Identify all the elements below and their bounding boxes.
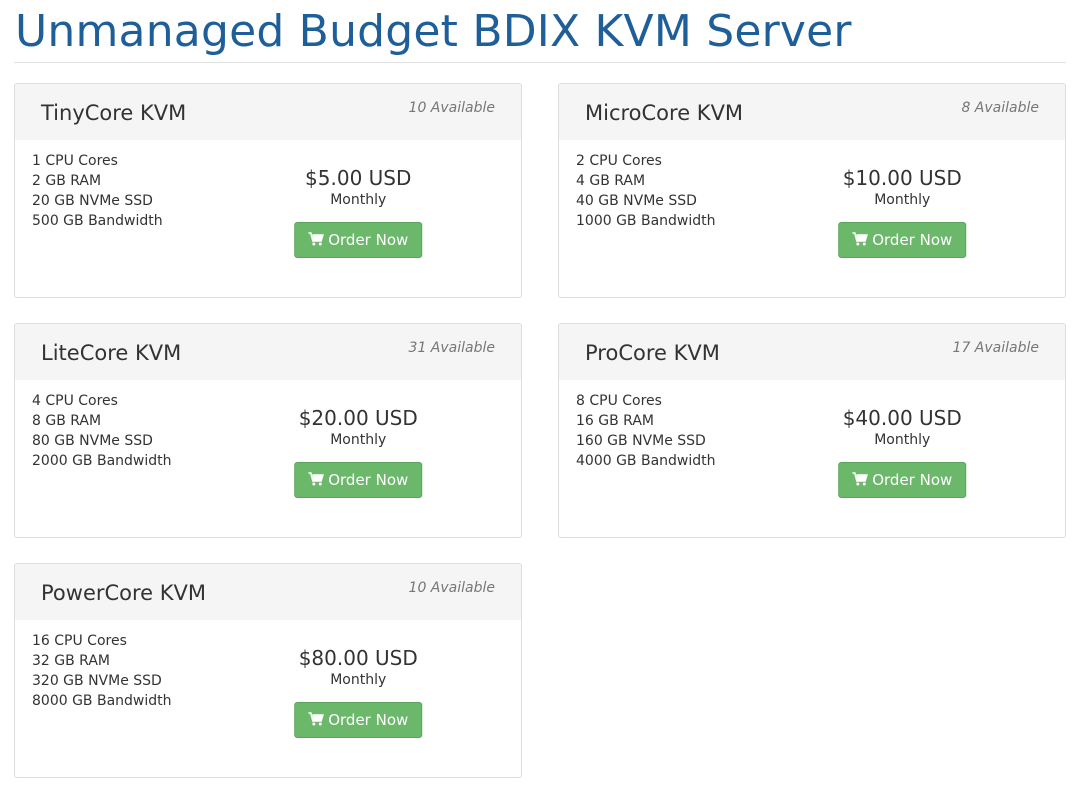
order-now-label: Order Now	[328, 231, 409, 249]
billing-cycle: Monthly	[874, 192, 931, 208]
feature-item: 20 GB NVMe SSD	[32, 193, 153, 209]
title-divider	[14, 62, 1066, 63]
order-now-button[interactable]: Order Now	[294, 462, 423, 498]
product-card: LiteCore KVM 31 Available 4 CPU Cores 8 …	[14, 323, 522, 538]
price: $10.00 USD	[842, 166, 962, 190]
shopping-cart-icon	[852, 232, 868, 246]
billing-cycle: Monthly	[874, 432, 931, 448]
product-grid: TinyCore KVM 10 Available 1 CPU Cores 2 …	[14, 83, 1066, 778]
feature-item: 16 GB RAM	[576, 413, 654, 429]
feature-item: 4 CPU Cores	[32, 393, 118, 409]
product-name: ProCore KVM	[585, 341, 720, 365]
product-name: MicroCore KVM	[585, 101, 744, 125]
order-now-button[interactable]: Order Now	[838, 462, 967, 498]
product-header: PowerCore KVM 10 Available	[15, 564, 521, 620]
feature-item: 2000 GB Bandwidth	[32, 453, 172, 469]
feature-item: 40 GB NVMe SSD	[576, 193, 697, 209]
feature-list: 2 CPU Cores 4 GB RAM 40 GB NVMe SSD 1000…	[576, 151, 716, 231]
page-title: Unmanaged Budget BDIX KVM Server	[15, 6, 852, 57]
shopping-cart-icon	[308, 472, 324, 486]
feature-list: 4 CPU Cores 8 GB RAM 80 GB NVMe SSD 2000…	[32, 391, 172, 471]
shopping-cart-icon	[852, 472, 868, 486]
product-name: PowerCore KVM	[41, 581, 207, 605]
order-now-button[interactable]: Order Now	[294, 702, 423, 738]
feature-item: 8 CPU Cores	[576, 393, 662, 409]
feature-item: 32 GB RAM	[32, 653, 110, 669]
price: $40.00 USD	[842, 406, 962, 430]
pricing-block: $40.00 USD Monthly Order Now	[804, 404, 1000, 498]
order-now-label: Order Now	[328, 711, 409, 729]
product-name: LiteCore KVM	[41, 341, 182, 365]
availability-count: 17 Available	[952, 340, 1039, 356]
pricing-block: $10.00 USD Monthly Order Now	[804, 164, 1000, 258]
price: $80.00 USD	[298, 646, 418, 670]
price: $5.00 USD	[305, 166, 412, 190]
availability-count: 31 Available	[408, 340, 495, 356]
shopping-cart-icon	[308, 232, 324, 246]
product-header: TinyCore KVM 10 Available	[15, 84, 521, 140]
pricing-block: $5.00 USD Monthly Order Now	[260, 164, 456, 258]
availability-count: 8 Available	[961, 100, 1039, 116]
order-now-label: Order Now	[872, 471, 953, 489]
product-header: LiteCore KVM 31 Available	[15, 324, 521, 380]
order-now-label: Order Now	[328, 471, 409, 489]
feature-item: 8 GB RAM	[32, 413, 102, 429]
feature-item: 80 GB NVMe SSD	[32, 433, 153, 449]
order-now-button[interactable]: Order Now	[838, 222, 967, 258]
feature-list: 1 CPU Cores 2 GB RAM 20 GB NVMe SSD 500 …	[32, 151, 163, 231]
feature-item: 16 CPU Cores	[32, 633, 127, 649]
billing-cycle: Monthly	[330, 672, 387, 688]
order-now-button[interactable]: Order Now	[294, 222, 423, 258]
feature-item: 4000 GB Bandwidth	[576, 453, 716, 469]
feature-item: 160 GB NVMe SSD	[576, 433, 706, 449]
product-card: TinyCore KVM 10 Available 1 CPU Cores 2 …	[14, 83, 522, 298]
shopping-cart-icon	[308, 712, 324, 726]
feature-item: 1000 GB Bandwidth	[576, 213, 716, 229]
order-now-label: Order Now	[872, 231, 953, 249]
feature-item: 8000 GB Bandwidth	[32, 693, 172, 709]
availability-count: 10 Available	[408, 580, 495, 596]
billing-cycle: Monthly	[330, 432, 387, 448]
product-name: TinyCore KVM	[41, 101, 187, 125]
product-card: MicroCore KVM 8 Available 2 CPU Cores 4 …	[558, 83, 1066, 298]
feature-list: 8 CPU Cores 16 GB RAM 160 GB NVMe SSD 40…	[576, 391, 716, 471]
pricing-block: $80.00 USD Monthly Order Now	[260, 644, 456, 738]
feature-item: 2 CPU Cores	[576, 153, 662, 169]
product-card: ProCore KVM 17 Available 8 CPU Cores 16 …	[558, 323, 1066, 538]
product-header: MicroCore KVM 8 Available	[559, 84, 1065, 140]
feature-item: 4 GB RAM	[576, 173, 646, 189]
pricing-block: $20.00 USD Monthly Order Now	[260, 404, 456, 498]
product-card: PowerCore KVM 10 Available 16 CPU Cores …	[14, 563, 522, 778]
feature-item: 500 GB Bandwidth	[32, 213, 163, 229]
billing-cycle: Monthly	[330, 192, 387, 208]
feature-item: 2 GB RAM	[32, 173, 102, 189]
product-header: ProCore KVM 17 Available	[559, 324, 1065, 380]
feature-list: 16 CPU Cores 32 GB RAM 320 GB NVMe SSD 8…	[32, 631, 172, 711]
availability-count: 10 Available	[408, 100, 495, 116]
price: $20.00 USD	[298, 406, 418, 430]
feature-item: 1 CPU Cores	[32, 153, 118, 169]
feature-item: 320 GB NVMe SSD	[32, 673, 162, 689]
